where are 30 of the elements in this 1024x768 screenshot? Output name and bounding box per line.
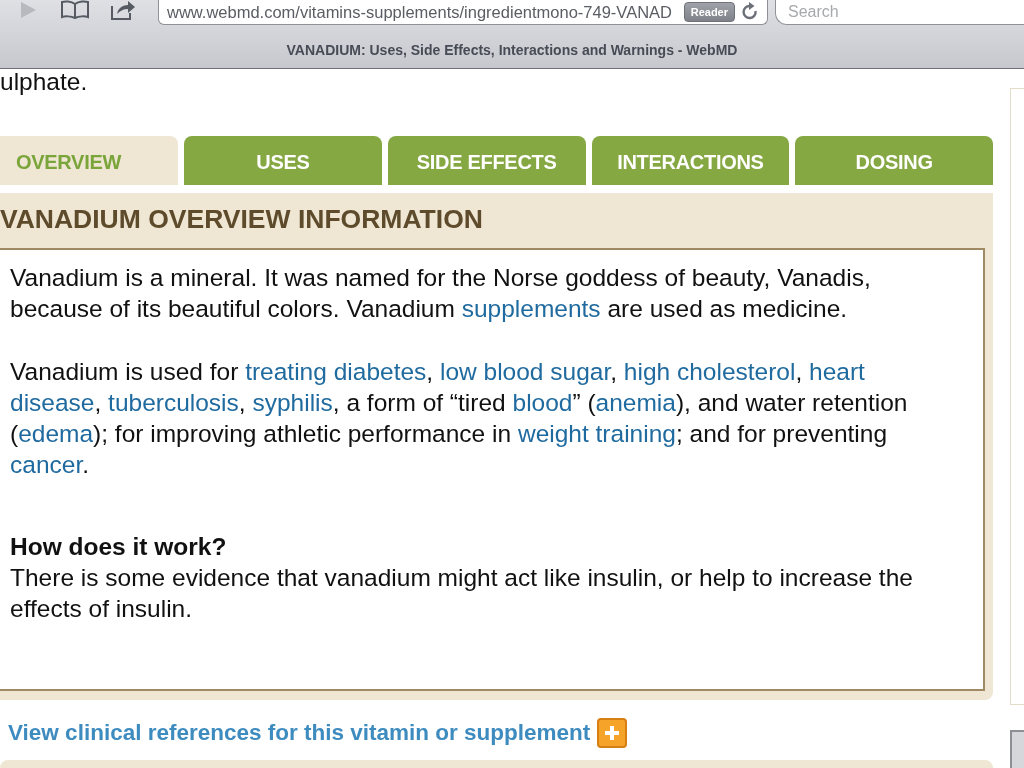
text-link[interactable]: blood xyxy=(512,389,573,416)
text-link[interactable]: tuberculosis xyxy=(108,389,239,416)
text-link[interactable]: weight training xyxy=(517,420,676,447)
subheading: How does it work? xyxy=(10,532,228,562)
text-link[interactable]: supplements xyxy=(461,295,601,322)
paragraph: Vanadium is used for treating diabetes, low blood sugar, high cholesterol, heart disease, tuberculosis, syphilis, a form of “tired blood” (anemia), and water retention (edema); for improving athletic performance in weight training; and for preventing cancer. xyxy=(10,357,909,480)
reload-icon[interactable] xyxy=(741,2,759,22)
text-link[interactable]: low blood sugar xyxy=(439,358,611,385)
search-field[interactable]: Search xyxy=(775,0,1024,25)
page-title: VANADIUM: Uses, Side Effects, Interactions and Warnings - WebMD xyxy=(286,42,738,58)
text-link[interactable]: treating diabetes xyxy=(245,358,427,385)
paragraph: Vanadium is a mineral. It was named for the Norse goddess of beauty, Vanadis, because of its beautiful colors. Vanadium supplements are used as medicine. xyxy=(10,263,872,324)
paragraph: There is some evidence that vanadium might act like insulin, or help to increase the effects of insulin. xyxy=(10,563,914,624)
text-link[interactable]: high cholesterol xyxy=(623,358,796,385)
body-text: ulphate. xyxy=(0,69,88,95)
address-field[interactable]: www.webmd.com/vitamins-supplements/ingredientmono-749-VANAD Reader xyxy=(158,0,768,25)
text-link[interactable]: syphilis xyxy=(252,389,333,416)
side-box xyxy=(1010,730,1024,768)
text-link[interactable]: edema xyxy=(18,420,94,447)
text-link[interactable]: heart xyxy=(809,358,865,385)
text-link[interactable]: anemia xyxy=(595,389,676,416)
share-icon[interactable] xyxy=(110,0,136,20)
plus-icon[interactable] xyxy=(597,718,628,748)
text-link[interactable]: disease xyxy=(10,389,95,416)
reader-button[interactable]: Reader xyxy=(683,2,735,22)
text-link[interactable]: cancer xyxy=(10,451,83,478)
book-icon[interactable] xyxy=(60,0,90,19)
url-text: www.webmd.com/vitamins-supplements/ingredientmono-749-VANAD xyxy=(166,2,673,22)
section-heading: VANADIUM OVERVIEW INFORMATION xyxy=(0,203,484,236)
references-link[interactable]: View clinical references for this vitamin or supplement xyxy=(8,720,591,746)
